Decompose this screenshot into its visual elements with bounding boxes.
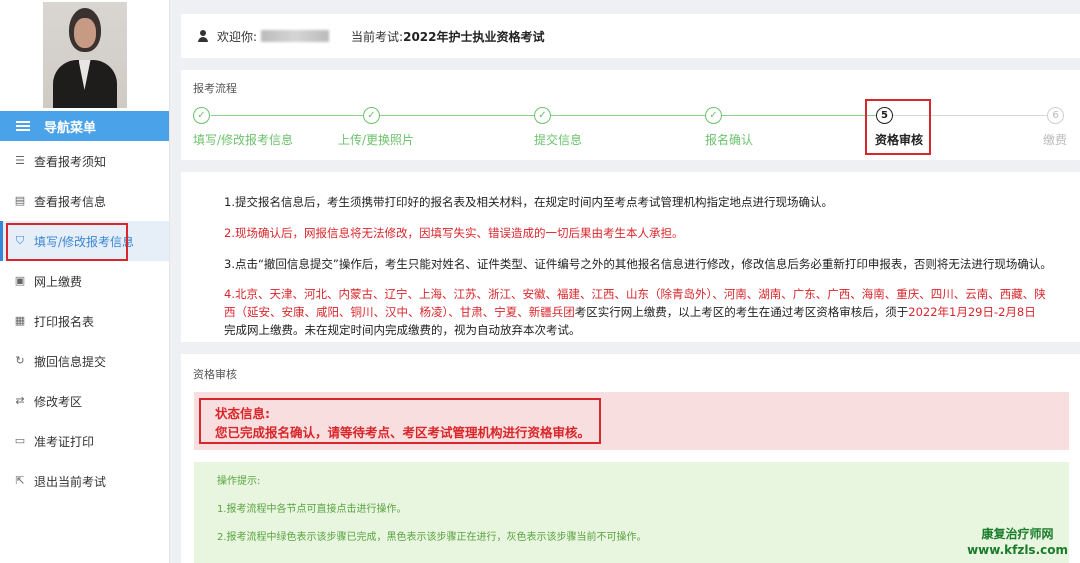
sidebar-item-label: 网上缴费 bbox=[34, 274, 83, 289]
notice-item-4-end: 完成网上缴费。未在规定时间内完成缴费的，视为自动放弃本次考试。 bbox=[224, 323, 581, 338]
notice-item-4: 4.北京、天津、河北、内蒙古、辽宁、上海、江苏、浙江、安徽、福建、江西、山东（除… bbox=[224, 286, 1056, 339]
current-exam-name: 2022年护士执业资格考试 bbox=[403, 29, 545, 44]
tips-title: 操作提示: bbox=[217, 476, 261, 487]
nav-menu-title: 导航菜单 bbox=[44, 120, 97, 136]
highlight-box bbox=[6, 223, 128, 261]
sidebar-item-print-ticket[interactable]: ▭ 准考证打印 bbox=[0, 421, 169, 461]
step-1-label[interactable]: 填写/修改报考信息 bbox=[193, 131, 293, 148]
watermark-line-1: 康复治疗师网 bbox=[981, 526, 1054, 541]
step-2-label[interactable]: 上传/更换照片 bbox=[338, 131, 414, 148]
welcome-bar: 欢迎你: 当前考试: 2022年护士执业资格考试 bbox=[181, 14, 1080, 58]
step-1-check-icon[interactable]: ✓ bbox=[193, 107, 210, 124]
step-3-label[interactable]: 提交信息 bbox=[534, 131, 582, 148]
blurred-username bbox=[261, 30, 330, 42]
notice-item-4-mid: 考区实行网上缴费，以上考区的考生在通过考区资格审核后，须于 bbox=[574, 305, 909, 320]
notice-item-2: 2.现场确认后，网报信息将无法修改，因填写失实、错误造成的一切后果由考生本人承担… bbox=[224, 225, 684, 240]
step-6-number: 6 bbox=[1047, 107, 1064, 124]
watermark-line-2: www.kfzls.com bbox=[967, 542, 1068, 557]
step-6-label: 缴费 bbox=[1043, 133, 1068, 147]
status-text: 您已完成报名确认，请等待考点、考区考试管理机构进行资格审核。 bbox=[215, 424, 591, 440]
sidebar-item-view-notice[interactable]: ☰ 查看报考须知 bbox=[0, 141, 169, 181]
watermark: 康复治疗师网 www.kfzls.com bbox=[967, 526, 1068, 558]
avatar-container bbox=[0, 0, 169, 110]
step-2-check-icon[interactable]: ✓ bbox=[363, 107, 380, 124]
swap-icon: ⇄ bbox=[15, 394, 25, 407]
tips-box: 操作提示: 1.报考流程中各节点可直接点击进行操作。 2.报考流程中绿色表示该步… bbox=[194, 462, 1069, 563]
process-panel: 报考流程 ✓ 填写/修改报考信息 ✓ 上传/更换照片 ✓ 提交信息 ✓ 报名确认… bbox=[181, 70, 1080, 160]
notice-item-1: 1.提交报名信息后，考生须携带打印好的报名表及相关材料，在规定时间内至考点考试管… bbox=[224, 195, 833, 209]
highlight-box bbox=[865, 99, 931, 155]
notice-panel: 1.提交报名信息后，考生须携带打印好的报名表及相关材料，在规定时间内至考点考试管… bbox=[181, 172, 1080, 342]
welcome-label: 欢迎你: bbox=[217, 29, 258, 44]
sidebar-item-print-form[interactable]: ▦ 打印报名表 bbox=[0, 301, 169, 341]
sidebar-item-label: 查看报考信息 bbox=[34, 194, 107, 209]
id-card-icon: ▭ bbox=[14, 434, 26, 447]
sidebar-item-change-region[interactable]: ⇄ 修改考区 bbox=[0, 381, 169, 421]
sidebar: 导航菜单 ☰ 查看报考须知 ▤ 查看报考信息 ⛉ 填写/修改报考信息 ▣ 网上缴… bbox=[0, 0, 170, 563]
revoke-icon: ↻ bbox=[15, 354, 25, 367]
avatar bbox=[42, 2, 127, 108]
process-title: 报考流程 bbox=[193, 82, 237, 95]
tip-2: 2.报考流程中绿色表示该步骤已完成，黑色表示该步骤正在进行，灰色表示该步骤当前不… bbox=[217, 532, 647, 543]
payment-icon: ▣ bbox=[14, 274, 26, 287]
exit-icon: ⇱ bbox=[15, 474, 25, 487]
print-form-icon: ▦ bbox=[14, 314, 26, 327]
step-4-check-icon[interactable]: ✓ bbox=[705, 107, 722, 124]
notice-item-4-date: 2022年1月29日-2月8日 bbox=[908, 305, 1036, 320]
step-connector bbox=[722, 115, 876, 116]
step-connector bbox=[380, 115, 534, 116]
step-connector bbox=[211, 115, 363, 116]
sidebar-item-view-info[interactable]: ▤ 查看报考信息 bbox=[0, 181, 169, 221]
sidebar-item-label: 退出当前考试 bbox=[34, 474, 107, 489]
sidebar-item-label: 打印报名表 bbox=[34, 314, 95, 329]
qualification-panel: 资格审核 状态信息: 您已完成报名确认，请等待考点、考区考试管理机构进行资格审核… bbox=[181, 354, 1080, 563]
menu-icon bbox=[16, 121, 30, 131]
sidebar-item-exit-exam[interactable]: ⇱ 退出当前考试 bbox=[0, 461, 169, 501]
notice-item-3: 3.点击“撤回信息提交”操作后，考生只能对姓名、证件类型、证件编号之外的其他报名… bbox=[224, 256, 1052, 271]
sidebar-item-online-payment[interactable]: ▣ 网上缴费 bbox=[0, 261, 169, 301]
sidebar-item-label: 查看报考须知 bbox=[34, 154, 107, 169]
sidebar-item-label: 撤回信息提交 bbox=[34, 354, 107, 369]
step-connector bbox=[551, 115, 705, 116]
status-label: 状态信息: bbox=[215, 406, 270, 421]
sidebar-item-label: 修改考区 bbox=[34, 394, 83, 409]
user-icon bbox=[197, 30, 209, 42]
step-4-label[interactable]: 报名确认 bbox=[705, 131, 753, 148]
status-message: 状态信息: 您已完成报名确认，请等待考点、考区考试管理机构进行资格审核。 bbox=[199, 398, 601, 444]
tip-1: 1.报考流程中各节点可直接点击进行操作。 bbox=[217, 504, 407, 515]
notice-icon: ☰ bbox=[15, 154, 25, 167]
step-3-check-icon[interactable]: ✓ bbox=[534, 107, 551, 124]
sidebar-item-label: 准考证打印 bbox=[34, 434, 95, 449]
nav-menu-header: 导航菜单 bbox=[0, 111, 169, 141]
sidebar-item-revoke[interactable]: ↻ 撤回信息提交 bbox=[0, 341, 169, 381]
current-exam-label: 当前考试: bbox=[351, 29, 404, 44]
qualification-title: 资格审核 bbox=[193, 368, 237, 381]
document-icon: ▤ bbox=[14, 194, 26, 207]
